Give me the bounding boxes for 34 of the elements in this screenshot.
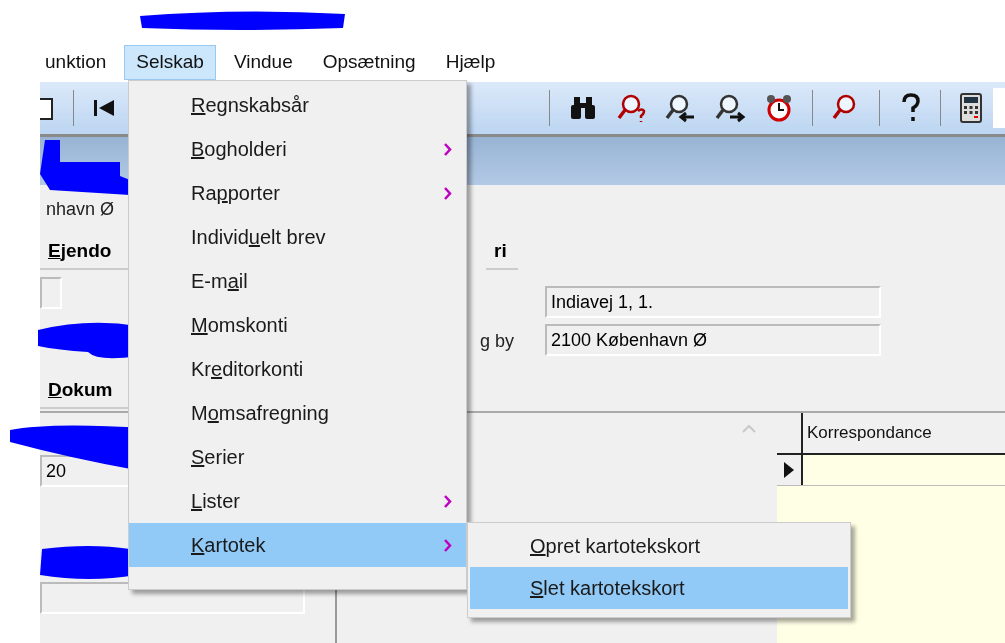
menu-bar-item[interactable]: Vindue [221, 44, 305, 80]
menu-item[interactable]: Serier [129, 435, 466, 479]
zoom-question-icon[interactable] [616, 93, 646, 123]
alarm-clock-icon[interactable] [764, 93, 794, 123]
menu-item[interactable]: Kartotek [129, 523, 466, 567]
menu-item[interactable]: Slet kartotekskort [470, 567, 848, 609]
chevron-icon [444, 186, 452, 200]
menu-item[interactable]: Individuelt brev [129, 215, 466, 259]
menu-item[interactable]: Rapporter [129, 171, 466, 215]
menu-item[interactable]: Lister [129, 479, 466, 523]
toolbar-field[interactable] [993, 88, 1005, 128]
menu-item[interactable]: Bogholderi [129, 127, 466, 171]
menu-bar-item[interactable]: Selskab [124, 44, 216, 80]
menu-bar-item[interactable]: Opsætning [310, 44, 428, 80]
zoom-right-icon[interactable] [714, 93, 746, 123]
partial-text: nhavn Ø [46, 198, 115, 220]
field-label: g by [480, 330, 516, 352]
menu-bar-item[interactable]: Hjælp [433, 44, 508, 80]
menu-item[interactable]: Kreditorkonti [129, 347, 466, 391]
chevron-icon [444, 538, 452, 552]
address-field[interactable]: Indiavej 1, 1. [545, 286, 881, 318]
menu-item[interactable]: Opret kartotekskort [470, 525, 848, 567]
current-row-icon [783, 461, 795, 479]
menu-item[interactable]: Momsafregning [129, 391, 466, 435]
menu-bar-item[interactable]: unktion [33, 44, 119, 80]
input-field[interactable] [40, 277, 62, 309]
chevron-icon [444, 494, 452, 508]
calculator-icon[interactable] [959, 93, 983, 123]
menu-item[interactable]: E-mail [129, 259, 466, 303]
zoom-left-icon[interactable] [664, 93, 696, 123]
address-field[interactable]: 2100 København Ø [545, 324, 881, 356]
row-header[interactable] [777, 455, 803, 485]
menu-item[interactable]: Momskonti [129, 303, 466, 347]
chevron-icon [444, 142, 452, 156]
